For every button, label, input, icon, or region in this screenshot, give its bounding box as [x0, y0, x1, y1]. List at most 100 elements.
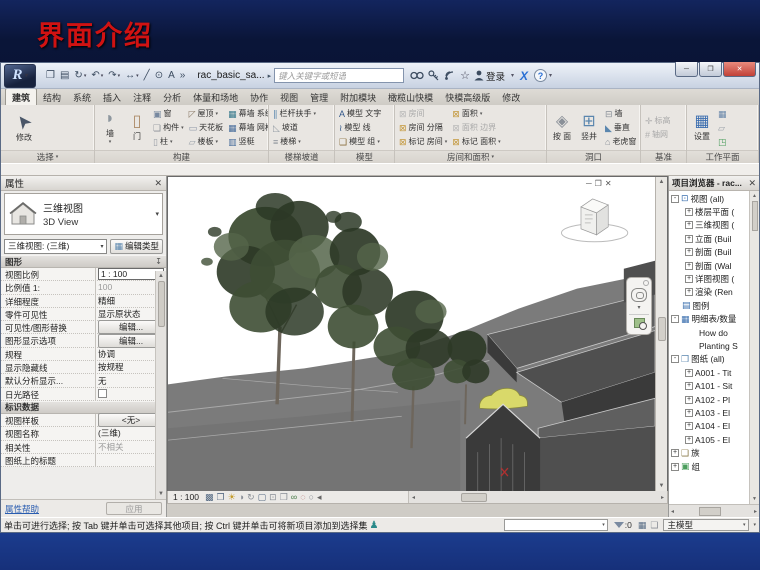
ribbon-tab[interactable]: 快模高级版	[439, 89, 496, 105]
editable-only-icon[interactable]: ▦	[638, 520, 647, 531]
tree-item[interactable]: + 剖面 (Wal	[669, 259, 749, 272]
minimize-button[interactable]: ─	[675, 62, 698, 77]
reference-plane-icon[interactable]: ▱	[716, 121, 731, 135]
ribbon-tab[interactable]: 附加模块	[334, 89, 382, 105]
tree-item[interactable]: + 楼层平面 (	[669, 205, 749, 218]
detail-line-icon[interactable]: ╱	[142, 68, 152, 84]
scroll-right-icon[interactable]: ▸	[752, 508, 759, 515]
curtain-system-icon[interactable]: ▦ 幕墙 系统	[226, 107, 268, 121]
scroll-down-icon[interactable]: ▼	[659, 481, 665, 491]
help-button[interactable]: ?	[534, 69, 547, 82]
tree-item[interactable]: + A104 - El	[669, 420, 749, 433]
dropdown-arrow-icon[interactable]: ▾	[216, 111, 219, 117]
browser-horizontal-scrollbar[interactable]: ◂ ▸	[669, 504, 759, 517]
tree-item[interactable]: + 三维视图 (	[669, 219, 749, 232]
section-header[interactable]: 图形 ↧	[1, 255, 166, 268]
main-model-select[interactable]: 主模型 ▾	[663, 519, 749, 531]
expand-toggle-icon[interactable]: +	[685, 382, 693, 390]
selection-filter-person-icon[interactable]: ♟	[370, 520, 379, 531]
browser-vertical-scrollbar[interactable]: ▲ ▼	[749, 191, 759, 504]
ribbon-tab[interactable]: 分析	[157, 89, 187, 105]
view-canvas[interactable]: ─ ❐ ✕ ▾	[168, 177, 655, 491]
view-scale[interactable]: 1 : 100	[173, 492, 199, 502]
view-restore-icon[interactable]: ❐	[595, 179, 602, 188]
ribbon-panel-label[interactable]: 基准	[641, 150, 686, 163]
ribbon-tab[interactable]: 结构	[37, 89, 67, 105]
type-selector-arrow-icon[interactable]: ▾	[155, 210, 159, 218]
ribbon-panel-label[interactable]: 选择 ▾	[1, 150, 94, 163]
dropdown-arrow-icon[interactable]: ▾	[216, 139, 219, 145]
ribbon-panel-label[interactable]: 洞口	[547, 150, 640, 163]
tree-item[interactable]: + A105 - El	[669, 433, 749, 446]
section-header[interactable]: 标识数据 ↧	[1, 401, 166, 414]
tree-item[interactable]: - ⊡ 视图 (all)	[669, 192, 749, 205]
shaft-opening-icon[interactable]: ⊞ 竖井	[576, 106, 602, 149]
railing-icon[interactable]: ∥ 栏杆扶手 ▾	[271, 107, 318, 121]
tag-icon[interactable]: ⊙	[153, 68, 165, 84]
open-icon[interactable]: ❒	[44, 68, 57, 84]
tree-item[interactable]: + ▣ 组	[669, 460, 749, 473]
ribbon-tab[interactable]: 协作	[244, 89, 274, 105]
door-icon[interactable]: ▯ 门	[124, 106, 150, 149]
wall-opening-icon[interactable]: ⊟ 墙	[603, 107, 638, 121]
roof-icon[interactable]: ◸ 屋顶 ▾	[187, 107, 226, 121]
sun-path-icon[interactable]: ☀	[228, 493, 236, 502]
navbar-dropdown-icon[interactable]: ▾	[637, 304, 640, 311]
canvas-horizontal-scrollbar[interactable]: ◂ ▸	[408, 491, 667, 503]
model-text-icon[interactable]: A 模型 文字	[337, 107, 383, 121]
dropdown-arrow-icon[interactable]: ▾	[170, 139, 173, 145]
vertical-opening-icon[interactable]: ◣ 垂直	[603, 121, 638, 135]
properties-help-link[interactable]: 属性帮助	[5, 503, 106, 515]
ribbon-tab[interactable]: 建筑	[5, 88, 37, 105]
room-separator-icon[interactable]: ⊠ 房间 分隔	[397, 121, 449, 135]
workplane-set-icon[interactable]: ▦ 设置	[689, 106, 715, 149]
help-dropdown-icon[interactable]: ▾	[549, 72, 552, 79]
expand-toggle-icon[interactable]: +	[671, 463, 679, 471]
tree-item[interactable]: + 详图视图 (	[669, 272, 749, 285]
app-menu-button[interactable]: R ▾	[4, 64, 36, 88]
dropdown-arrow-icon[interactable]: ▾	[377, 139, 380, 145]
design-options-icon[interactable]: ❑	[650, 520, 658, 531]
tree-item[interactable]: - ▦ 明细表/数量	[669, 313, 749, 326]
maximize-button[interactable]: ❐	[699, 62, 722, 77]
window-icon[interactable]: ▣ 窗	[151, 107, 186, 121]
ribbon-tab[interactable]: 插入	[97, 89, 127, 105]
tree-item[interactable]: - ❒ 图纸 (all)	[669, 353, 749, 366]
crop-view-icon[interactable]: ▢	[258, 493, 267, 502]
tree-item[interactable]: Planting S	[669, 339, 749, 352]
model-line-icon[interactable]: ≀ 模型 线	[337, 121, 383, 135]
ribbon-tab[interactable]: 注释	[127, 89, 157, 105]
pin-icon[interactable]: ↧	[155, 257, 162, 266]
expand-toggle-icon[interactable]: +	[685, 396, 693, 404]
sign-in-button[interactable]: 登录	[474, 69, 505, 83]
grid-icon[interactable]: # 轴网	[643, 128, 673, 142]
temporary-hide-isolate-icon[interactable]: ∞	[291, 493, 297, 502]
steering-wheel-icon[interactable]	[631, 288, 647, 302]
properties-close-icon[interactable]: ✕	[154, 178, 162, 189]
tree-item[interactable]: + ❑ 族	[669, 446, 749, 459]
save-icon[interactable]: ▤	[58, 68, 71, 84]
expand-toggle-icon[interactable]: -	[671, 195, 679, 203]
tree-item[interactable]: + 立面 (Buil	[669, 232, 749, 245]
area-boundary-icon[interactable]: ⊠ 面积 边界	[450, 121, 502, 135]
text-icon[interactable]: A	[166, 68, 177, 84]
ribbon-tab[interactable]: 修改	[496, 89, 526, 105]
dropdown-arrow-icon[interactable]: ▾	[84, 73, 87, 79]
scrollbar-thumb[interactable]	[461, 493, 487, 502]
redo-icon[interactable]: ↷ ▾	[106, 68, 122, 84]
project-browser-header[interactable]: 项目浏览器 - rac... ✕	[669, 176, 759, 191]
ribbon-tab[interactable]: 橄榄山快模	[382, 89, 439, 105]
crop-region-icon[interactable]: ⊡	[269, 493, 277, 502]
expand-toggle-icon[interactable]: +	[685, 221, 693, 229]
dropdown-arrow-icon[interactable]: ▾	[181, 125, 184, 131]
tag-room-icon[interactable]: ⊠ 标记 房间 ▾	[397, 135, 449, 149]
expand-toggle-icon[interactable]: +	[685, 248, 693, 256]
navbar-close-icon[interactable]	[643, 280, 649, 286]
visual-style-icon[interactable]: ❐	[217, 493, 225, 502]
workplane-show-icon[interactable]: ▦	[716, 107, 731, 121]
expand-toggle-icon[interactable]: +	[685, 262, 693, 270]
scroll-left-icon[interactable]: ◂	[669, 508, 676, 515]
favorites-star-icon[interactable]: ☆	[460, 69, 470, 82]
hide-crop-icon[interactable]: ❒	[280, 493, 288, 502]
expand-toggle-icon[interactable]: +	[685, 288, 693, 296]
